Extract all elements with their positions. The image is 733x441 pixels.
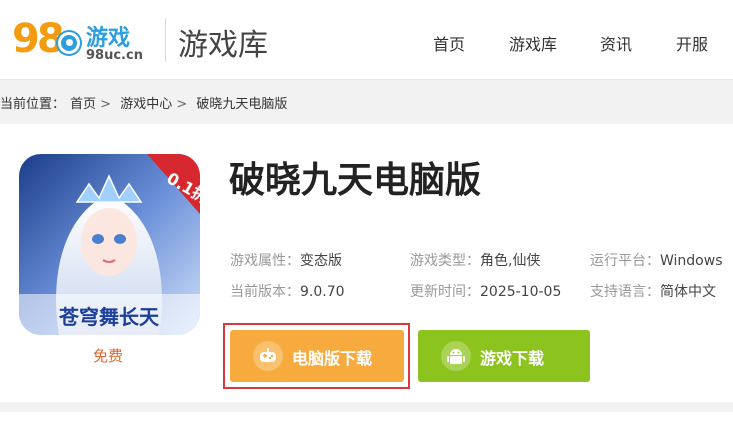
price-label: 免费 [93,347,124,365]
info-version: 当前版本：9.0.70 [230,284,345,300]
info-update-time: 更新时间：2025-10-05 [410,284,562,300]
breadcrumb-home[interactable]: 首页 [70,97,96,112]
info-game-attribute: 游戏属性：变态版 [230,253,342,269]
pc-download-button[interactable]: 电脑版下载 [230,330,404,382]
breadcrumb-separator: > [100,97,112,112]
header-divider [165,18,166,62]
site-header: 98 游戏 98uc.cn 游戏库 首页 游戏库 资讯 开服 [0,0,733,80]
android-icon [441,341,471,371]
nav-server-open[interactable]: 开服 [676,31,708,55]
nav-news[interactable]: 资讯 [600,31,632,55]
logo-domain: 98uc.cn [86,48,143,63]
info-language: 支持语言：简体中文 [590,284,716,300]
game-controller-icon [253,341,283,371]
nav-home[interactable]: 首页 [433,31,465,55]
pc-download-label: 电脑版下载 [292,349,373,368]
nav-game-library[interactable]: 游戏库 [509,31,557,55]
logo-number: 98 [12,16,65,62]
breadcrumb-current: 破晓九天电脑版 [196,97,288,112]
breadcrumb: 当前位置： 首页 > 游戏中心 > 破晓九天电脑版 [0,93,292,112]
game-title: 破晓九天电脑版 [229,160,482,201]
next-section-strip [0,412,733,441]
logo-eye-icon [58,32,80,54]
game-download-button[interactable]: 游戏下载 [418,330,590,382]
info-platform: 运行平台：Windows [590,253,723,269]
breadcrumb-separator: > [176,97,188,112]
game-download-label: 游戏下载 [480,349,545,368]
site-logo[interactable]: 98 游戏 98uc.cn [10,10,150,68]
breadcrumb-game-center[interactable]: 游戏中心 [120,97,172,112]
breadcrumb-prefix: 当前位置： [0,97,66,112]
game-app-icon: 0.1折 苍穹舞长天 [19,154,200,335]
section-title: 游戏库 [178,28,268,63]
icon-caption: 苍穹舞长天 [58,305,160,329]
info-game-type: 游戏类型：角色,仙侠 [410,253,541,269]
